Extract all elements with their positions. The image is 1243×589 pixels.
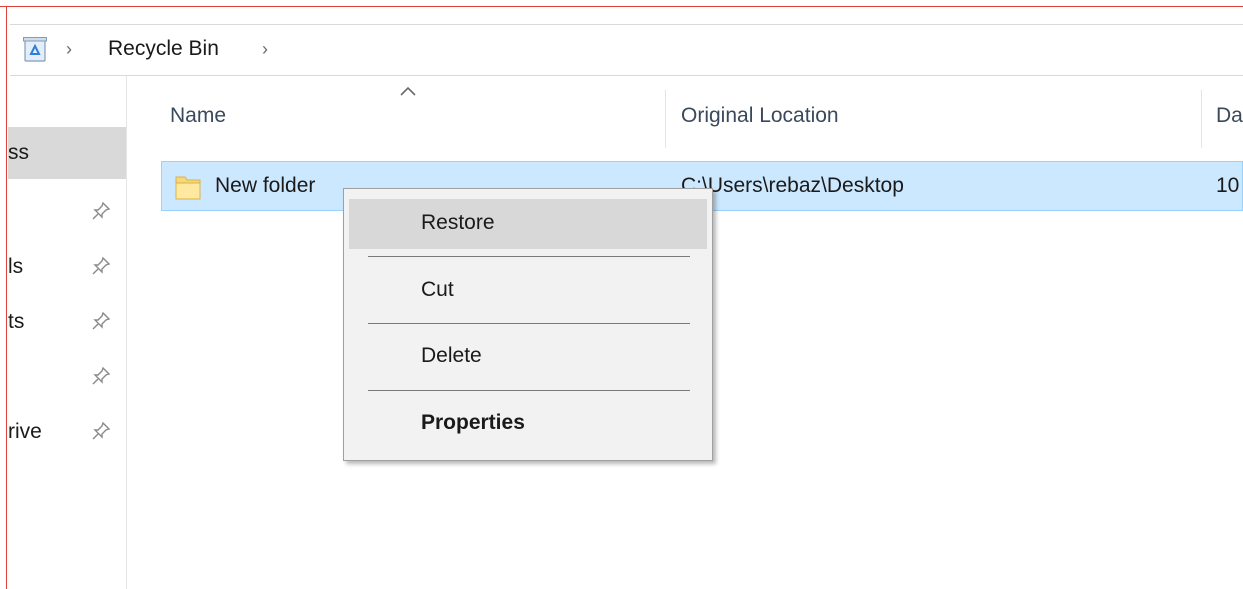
menu-item-cut[interactable]: Cut — [349, 266, 707, 316]
nav-item-downloads[interactable]: ls — [8, 241, 126, 293]
pin-icon — [92, 366, 111, 385]
nav-item-label: ls — [8, 255, 24, 278]
nav-item-quick-access[interactable]: ss — [8, 127, 126, 179]
recycle-bin-icon[interactable] — [22, 35, 48, 63]
nav-item-label: ss — [8, 141, 29, 164]
column-header-date-deleted[interactable]: Da — [1216, 104, 1243, 128]
menu-item-label: Delete — [421, 344, 482, 367]
nav-item-documents[interactable]: ts — [8, 296, 126, 348]
menu-separator — [368, 323, 690, 324]
menu-item-label: Cut — [421, 278, 454, 301]
pin-icon — [92, 311, 111, 330]
nav-item-label: rive — [8, 420, 42, 443]
column-header-name[interactable]: Name — [170, 104, 226, 128]
menu-item-delete[interactable]: Delete — [349, 332, 707, 382]
nav-item-label: ts — [8, 310, 25, 333]
navigation-pane: ss ls ts rive — [8, 76, 127, 589]
address-bar[interactable]: › Recycle Bin › — [10, 24, 1243, 76]
menu-separator — [368, 390, 690, 391]
column-header-original-location[interactable]: Original Location — [681, 104, 839, 128]
nav-item-pictures[interactable] — [8, 351, 126, 403]
menu-item-restore[interactable]: Restore — [349, 199, 707, 249]
nav-item-desktop[interactable] — [8, 186, 126, 238]
breadcrumb-recycle-bin[interactable]: Recycle Bin — [108, 37, 219, 61]
file-original-location: C:\Users\rebaz\Desktop — [681, 174, 904, 197]
menu-separator — [368, 256, 690, 257]
nav-item-drive[interactable]: rive — [8, 406, 126, 458]
file-name[interactable]: New folder — [215, 174, 315, 198]
sort-ascending-icon — [400, 86, 416, 96]
pin-icon — [92, 201, 111, 220]
context-menu: Restore Cut Delete Properties — [343, 188, 713, 461]
menu-item-label: Properties — [421, 411, 525, 434]
pin-icon — [92, 421, 111, 440]
column-divider[interactable] — [665, 90, 666, 148]
menu-item-properties[interactable]: Properties — [349, 399, 707, 449]
menu-item-label: Restore — [421, 211, 495, 234]
breadcrumb-separator[interactable]: › — [66, 39, 72, 60]
breadcrumb-separator[interactable]: › — [262, 39, 268, 60]
column-divider[interactable] — [1201, 90, 1202, 148]
folder-icon — [175, 176, 201, 200]
pin-icon — [92, 256, 111, 275]
file-date-deleted: 10 — [1216, 174, 1240, 197]
window-frame-left — [6, 6, 7, 589]
window-frame-top — [0, 6, 1243, 7]
